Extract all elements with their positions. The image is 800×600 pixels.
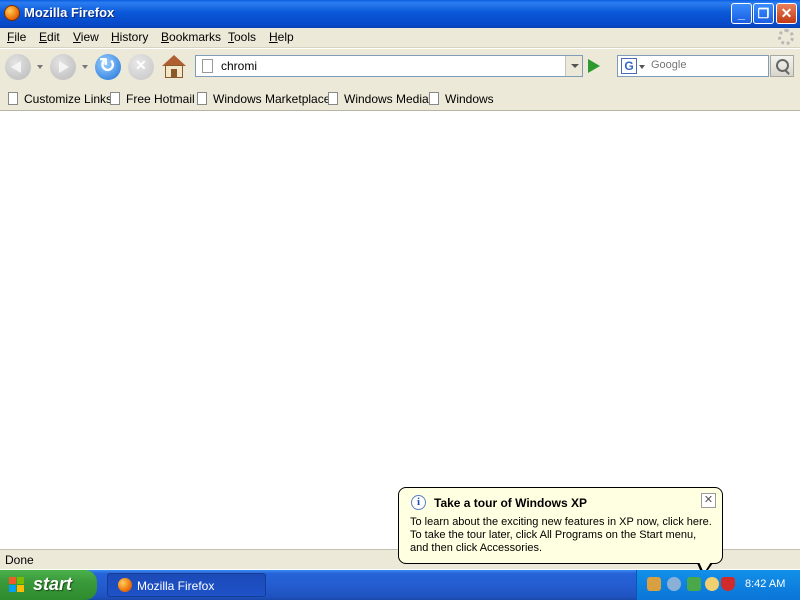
taskbar-button-firefox[interactable]: Mozilla Firefox (107, 573, 266, 597)
start-label: start (33, 574, 73, 594)
close-button[interactable]: ✕ (776, 3, 797, 24)
menu-bookmarks[interactable]: Bookmarks (161, 30, 221, 44)
menu-tools[interactable]: Tools (228, 30, 256, 44)
info-icon: i (411, 495, 426, 510)
firefox-icon (118, 578, 132, 592)
search-magnifier-button[interactable] (770, 55, 794, 77)
security-shield-icon[interactable] (721, 577, 735, 591)
bookmark-label: Windows (445, 92, 494, 106)
address-bar[interactable]: chromi (195, 55, 583, 77)
stop-button[interactable] (128, 54, 154, 80)
bookmark-page-icon (197, 92, 207, 105)
clock[interactable]: 8:42 AM (745, 578, 785, 590)
search-input[interactable] (651, 59, 761, 71)
system-tray: 8:42 AM (636, 570, 800, 600)
bookmark-page-icon (110, 92, 120, 105)
balloon-text-line[interactable]: To learn about the exciting new features… (410, 516, 712, 528)
network-tray-icon[interactable] (647, 577, 661, 591)
bookmark-windows-marketplace[interactable]: Windows Marketplace (195, 92, 330, 107)
minimize-button[interactable]: _ (731, 3, 752, 24)
balloon-close-button[interactable]: ✕ (701, 493, 716, 508)
activity-throbber-icon (778, 29, 794, 45)
bookmark-windows[interactable]: Windows (427, 92, 494, 107)
page-content-area[interactable] (0, 112, 800, 549)
update-tray-icon[interactable] (687, 577, 701, 591)
bookmark-windows-media[interactable]: Windows Media (326, 92, 429, 107)
reload-button[interactable] (95, 54, 121, 80)
address-input[interactable]: chromi (221, 59, 257, 73)
menu-edit[interactable]: Edit (39, 30, 60, 44)
bookmark-label: Free Hotmail (126, 92, 195, 106)
menu-bar: File Edit View History Bookmarks Tools H… (0, 28, 800, 48)
forward-history-dropdown-icon[interactable] (82, 65, 88, 69)
tour-tray-icon[interactable] (705, 577, 719, 591)
page-icon (202, 59, 213, 73)
volume-tray-icon[interactable] (667, 577, 681, 591)
firefox-icon (4, 5, 20, 21)
bookmarks-toolbar: Customize Links Free Hotmail Windows Mar… (0, 87, 800, 111)
google-engine-icon[interactable]: G (621, 58, 637, 74)
bookmark-label: Windows Media (344, 92, 429, 106)
balloon-text-line[interactable]: and then click Accessories. (410, 542, 542, 554)
window-title-bar[interactable]: Mozilla Firefox _ ❐ ✕ (0, 0, 800, 28)
bookmark-free-hotmail[interactable]: Free Hotmail (108, 92, 195, 107)
bookmark-customize-links[interactable]: Customize Links (6, 92, 112, 107)
address-history-dropdown-icon[interactable] (565, 56, 582, 76)
taskbar: start Mozilla Firefox 8:42 AM (0, 570, 800, 600)
menu-history[interactable]: History (111, 30, 148, 44)
bookmark-page-icon (8, 92, 18, 105)
taskbar-button-label: Mozilla Firefox (137, 579, 215, 593)
balloon-title: Take a tour of Windows XP (434, 496, 588, 510)
menu-help[interactable]: Help (269, 30, 294, 44)
maximize-button[interactable]: ❐ (753, 3, 774, 24)
search-box[interactable]: G (617, 55, 769, 77)
go-button[interactable] (588, 59, 600, 73)
home-button[interactable] (161, 54, 187, 80)
status-text: Done (5, 553, 34, 567)
bookmark-page-icon (429, 92, 439, 105)
menu-file[interactable]: File (7, 30, 26, 44)
balloon-text-line[interactable]: To take the tour later, click All Progra… (410, 529, 696, 541)
start-button[interactable]: start (0, 570, 97, 600)
bookmark-label: Customize Links (24, 92, 113, 106)
search-engine-dropdown-icon[interactable] (639, 65, 645, 69)
bookmark-label: Windows Marketplace (213, 92, 331, 106)
tour-notification-balloon[interactable]: i Take a tour of Windows XP ✕ To learn a… (398, 487, 723, 564)
back-history-dropdown-icon[interactable] (37, 65, 43, 69)
navigation-toolbar: chromi G (0, 49, 800, 87)
forward-button[interactable] (50, 54, 76, 80)
window-title: Mozilla Firefox (24, 5, 115, 20)
bookmark-page-icon (328, 92, 338, 105)
windows-flag-icon (9, 577, 26, 593)
back-button[interactable] (5, 54, 31, 80)
menu-view[interactable]: View (73, 30, 99, 44)
